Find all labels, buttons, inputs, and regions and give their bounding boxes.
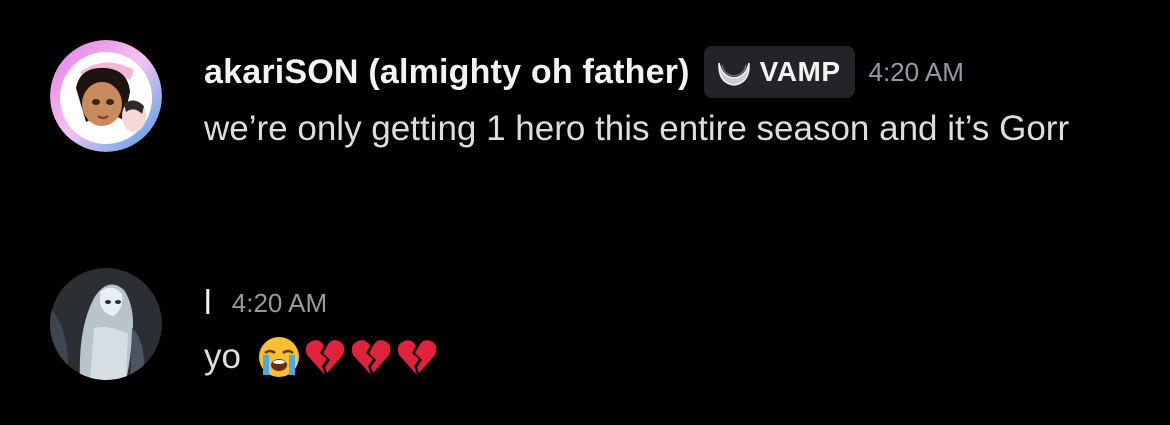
- broken-heart-emoji-icon[interactable]: [395, 335, 439, 379]
- crescent-moon-badge-icon: [717, 62, 750, 86]
- avatar[interactable]: [50, 40, 162, 152]
- avatar[interactable]: [50, 268, 162, 380]
- broken-heart-emoji-icon[interactable]: [303, 335, 347, 379]
- message-content: l 4:20 AM yo: [204, 268, 1130, 382]
- message-header: akariSON (almighty oh father) VAMP 4:20 …: [204, 40, 1130, 104]
- guild-tag-badge[interactable]: VAMP: [703, 46, 855, 98]
- anime-avatar-image: [50, 40, 162, 152]
- message-text: we’re only getting 1 hero this entire se…: [204, 109, 1070, 148]
- broken-heart-emoji-icon[interactable]: [349, 335, 393, 379]
- username[interactable]: akariSON (almighty oh father): [204, 53, 690, 92]
- loudly-crying-face-emoji-icon[interactable]: [257, 335, 301, 379]
- message-header: l 4:20 AM: [204, 268, 1130, 338]
- message-content: akariSON (almighty oh father) VAMP 4:20 …: [204, 40, 1130, 156]
- message-text: yo: [204, 332, 1130, 382]
- chat-log: akariSON (almighty oh father) VAMP 4:20 …: [0, 0, 1170, 425]
- username[interactable]: l: [204, 284, 212, 323]
- guild-tag-label: VAMP: [759, 56, 841, 87]
- owl-avatar-image: [50, 268, 162, 380]
- timestamp[interactable]: 4:20 AM: [232, 288, 327, 319]
- message-text-word: yo: [204, 337, 241, 376]
- timestamp[interactable]: 4:20 AM: [869, 57, 964, 88]
